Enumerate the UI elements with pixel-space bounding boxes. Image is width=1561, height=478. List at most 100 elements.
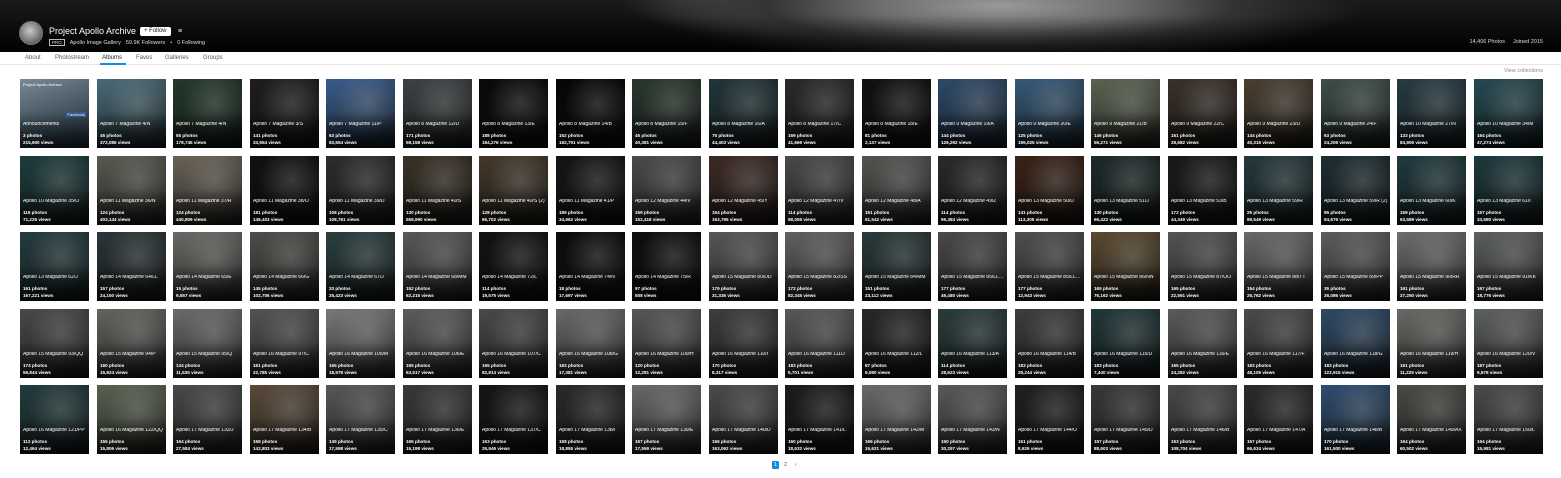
- album-tile[interactable]: Apollo 16 Magazine 120/V 187 photos 9,578 …: [1474, 309, 1543, 378]
- album-tile[interactable]: Apollo 9 Magazine 19/A 144 photos 126,292 …: [938, 79, 1007, 148]
- album-tile[interactable]: Apollo 17 Magazine 145/D 157 photos 88,603…: [1091, 385, 1160, 454]
- album-tile[interactable]: Apollo 15 Magazine 88/TT 154 photos 25,762…: [1244, 232, 1313, 301]
- album-tile[interactable]: Apollo 15 Magazine 82/SS 172 photos 82,345…: [785, 232, 854, 301]
- view-collections-link[interactable]: View collections: [1504, 68, 1543, 74]
- album-tile[interactable]: Apollo 7 Magazine 4/N 45 photos 372,086 vi…: [97, 79, 166, 148]
- album-tile[interactable]: Apollo 8 Magazine 17/C 169 photos 41,669 v…: [785, 79, 854, 148]
- album-tile[interactable]: Apollo 15 Magazine 90/RR 161 photos 27,250…: [1397, 232, 1466, 301]
- album-tile[interactable]: Apollo 11 Magazine 41/P 189 photos 34,962 …: [556, 156, 625, 225]
- album-tile[interactable]: Apollo 16 Magazine 118/G 183 photos 122,91…: [1321, 309, 1390, 378]
- album-tile[interactable]: Apollo 16 Magazine 121/PP 112 photos 12,46…: [20, 385, 89, 454]
- album-tile[interactable]: Apollo 11 Magazine 40/S 130 photos 558,990…: [403, 156, 472, 225]
- album-tile[interactable]: Apollo 9 Magazine 20/E 125 photos 195,025 …: [1015, 79, 1084, 148]
- album-tile[interactable]: Apollo 16 Magazine 112/L 87 photos 6,080 v…: [862, 309, 931, 378]
- album-tile[interactable]: Apollo 16 Magazine 106/E 165 photos 63,517…: [403, 309, 472, 378]
- album-tile[interactable]: Apollo 14 Magazine 74/N 18 photos 17,697 v…: [556, 232, 625, 301]
- album-tile[interactable]: Apollo 14 Magazine 68/MM 152 photos 62,215…: [403, 232, 472, 301]
- album-tile[interactable]: Apollo 17 Magazine 148/B 170 photos 161,50…: [1321, 385, 1390, 454]
- album-tile[interactable]: Apollo 17 Magazine 144/O 151 photos 8,626 …: [1015, 385, 1084, 454]
- album-tile[interactable]: Apollo 11 Magazine 37/R 124 photos 440,809…: [173, 156, 242, 225]
- album-tile[interactable]: Apollo 16 Magazine 113/A 114 photos 28,623…: [938, 309, 1007, 378]
- album-tile[interactable]: Apollo 13 Magazine 53/B 172 photos 44,349 …: [1168, 156, 1237, 225]
- following-count[interactable]: 0 Following: [177, 40, 205, 46]
- album-tile[interactable]: Apollo 12 Magazine 45/Y 154 photos 163,795…: [709, 156, 778, 225]
- album-tile[interactable]: Apollo 15 Magazine 85/LL (2) 177 photos 12…: [1015, 232, 1084, 301]
- tab-albums[interactable]: Albums: [102, 55, 122, 61]
- album-tile[interactable]: Apollo 9 Magazine 23/D 144 photos 40,315 v…: [1244, 79, 1313, 148]
- album-tile[interactable]: Apollo 11 Magazine 39/D 108 photos 108,761…: [326, 156, 395, 225]
- album-tile[interactable]: Apollo 13 Magazine 61/I 167 photos 33,580 …: [1474, 156, 1543, 225]
- album-tile[interactable]: Apollo 9 Magazine 24/F 63 photos 24,206 vi…: [1321, 79, 1390, 148]
- album-tile[interactable]: Apollo 17 Magazine 141/L 160 photos 18,632…: [785, 385, 854, 454]
- tab-about[interactable]: About: [25, 55, 41, 61]
- album-tile[interactable]: Apollo 12 Magazine 48/A 151 photos 61,542 …: [862, 156, 931, 225]
- follow-button[interactable]: + Follow: [140, 27, 171, 36]
- album-tile[interactable]: Apollo 10 Magazine 34/M 164 photos 47,274 …: [1474, 79, 1543, 148]
- album-tile[interactable]: Apollo 14 Magazine 64/LL 157 photos 24,150…: [97, 232, 166, 301]
- album-tile[interactable]: Apollo 16 Magazine 117/F 183 photos 48,105…: [1244, 309, 1313, 378]
- album-tile[interactable]: Apollo 15 Magazine 94/P 160 photos 15,824 …: [97, 309, 166, 378]
- album-tile[interactable]: Apollo 17 Magazine 134/B 158 photos 142,80…: [250, 385, 319, 454]
- tab-galleries[interactable]: Galleries: [165, 55, 189, 61]
- album-tile-announcements[interactable]: Project Apollo Archive Facebook Announce…: [20, 79, 89, 148]
- page-1-button[interactable]: 1: [772, 461, 779, 469]
- album-tile[interactable]: Apollo 7 Magazine 11/P 63 photos 83,654 vi…: [326, 79, 395, 148]
- album-tile[interactable]: Apollo 12 Magazine 49/Z 114 photos 99,384 …: [938, 156, 1007, 225]
- album-tile[interactable]: Apollo 15 Magazine 80/DD 179 photos 31,335…: [709, 232, 778, 301]
- album-tile[interactable]: Apollo 17 Magazine 147/A 157 photos 66,634…: [1244, 385, 1313, 454]
- album-tile[interactable]: Apollo 8 Magazine 15/F 45 photos 40,381 vi…: [632, 79, 701, 148]
- album-tile[interactable]: Apollo 13 Magazine 60/K 159 photos 63,589 …: [1397, 156, 1466, 225]
- album-tile[interactable]: Apollo 17 Magazine 139/E 167 photos 17,559…: [632, 385, 701, 454]
- album-tile[interactable]: Apollo 8 Magazine 14/B 152 photos 182,701 …: [556, 79, 625, 148]
- album-tile[interactable]: Apollo 16 Magazine 109/H 120 photos 12,281…: [632, 309, 701, 378]
- album-tile[interactable]: Apollo 16 Magazine 122/QQ 155 photos 15,80…: [97, 385, 166, 454]
- avatar[interactable]: [19, 21, 43, 45]
- album-tile[interactable]: Apollo 13 Magazine 50/D 141 photos 113,305…: [1015, 156, 1084, 225]
- album-tile[interactable]: Apollo 16 Magazine 107/C 165 photos 82,814…: [479, 309, 548, 378]
- album-tile[interactable]: Apollo 9 Magazine 22/C 151 photos 28,682 v…: [1168, 79, 1237, 148]
- album-tile[interactable]: Apollo 16 Magazine 111/J 183 photos 5,701 …: [785, 309, 854, 378]
- album-tile[interactable]: Apollo 15 Magazine 86/NN 165 photos 76,162…: [1091, 232, 1160, 301]
- next-page-icon[interactable]: ›: [792, 461, 799, 469]
- album-tile[interactable]: Apollo 11 Magazine 40/S (2) 128 photos 65,…: [479, 156, 548, 225]
- album-tile[interactable]: Apollo 17 Magazine 136/E 166 photos 15,198…: [403, 385, 472, 454]
- album-tile[interactable]: Apollo 12 Magazine 47/V 114 photos 98,055 …: [785, 156, 854, 225]
- album-tile[interactable]: Apollo 12 Magazine 44/V 159 photos 152,418…: [632, 156, 701, 225]
- album-tile[interactable]: Apollo 15 Magazine 84/MM 151 photos 23,112…: [862, 232, 931, 301]
- album-tile[interactable]: Apollo 10 Magazine 35/O 116 photos 71,225 …: [20, 156, 89, 225]
- album-tile[interactable]: Apollo 13 Magazine 59/R (2) 95 photos 94,6…: [1321, 156, 1390, 225]
- page-2-button[interactable]: 2: [782, 461, 789, 469]
- album-tile[interactable]: Apollo 17 Magazine 150/L 164 photos 15,981…: [1474, 385, 1543, 454]
- album-tile[interactable]: Apollo 11 Magazine 38/O 181 photos 148,403…: [250, 156, 319, 225]
- album-tile[interactable]: Apollo 14 Magazine 75/R 97 photos 508 view…: [632, 232, 701, 301]
- album-tile[interactable]: Apollo 16 Magazine 110/I 170 photos 8,317 …: [709, 309, 778, 378]
- album-tile[interactable]: Apollo 10 Magazine 27/N 133 photos 84,906 …: [1397, 79, 1466, 148]
- album-tile[interactable]: Apollo 13 Magazine 51/J 130 photos 66,422 …: [1091, 156, 1160, 225]
- tab-photostream[interactable]: Photostream: [55, 55, 89, 61]
- album-tile[interactable]: Apollo 15 Magazine 95/Q 134 photos 11,535 …: [173, 309, 242, 378]
- album-tile[interactable]: Apollo 7 Magazine 4/N 55 photos 178,745 vi…: [173, 79, 242, 148]
- album-tile[interactable]: Apollo 15 Magazine 89/PP 35 photos 26,086 …: [1321, 232, 1390, 301]
- album-tile[interactable]: Apollo 16 Magazine 105/M 165 photos 18,978…: [326, 309, 395, 378]
- profile-name[interactable]: Project Apollo Archive: [49, 26, 136, 36]
- album-tile[interactable]: Apollo 17 Magazine 133/J 164 photos 27,584…: [173, 385, 242, 454]
- followers-count[interactable]: 59.9K Followers: [126, 40, 165, 46]
- album-tile[interactable]: Apollo 8 Magazine 12/D 171 photos 58,158 v…: [403, 79, 472, 148]
- more-options-icon[interactable]: ≡: [176, 27, 184, 36]
- album-tile[interactable]: Apollo 17 Magazine 137/C 163 photos 25,946…: [479, 385, 548, 454]
- album-tile[interactable]: Apollo 17 Magazine 146/B 163 photos 108,70…: [1168, 385, 1237, 454]
- album-tile[interactable]: Apollo 7 Magazine 3/S 141 photos 33,654 vi…: [250, 79, 319, 148]
- album-tile[interactable]: Apollo 14 Magazine 67/J 33 photos 25,423 v…: [326, 232, 395, 301]
- album-tile[interactable]: Apollo 17 Magazine 142/M 166 photos 15,621…: [862, 385, 931, 454]
- album-tile[interactable]: Apollo 17 Magazine 135/C 149 photos 17,598…: [326, 385, 395, 454]
- album-tile[interactable]: Apollo 15 Magazine 91/KK 167 photos 18,776…: [1474, 232, 1543, 301]
- album-tile[interactable]: Apollo 15 Magazine 87/OO 165 photos 22,591…: [1168, 232, 1237, 301]
- tab-faves[interactable]: Faves: [136, 55, 152, 61]
- album-tile[interactable]: Apollo 16 Magazine 115/D 183 photos 7,440 …: [1091, 309, 1160, 378]
- album-tile[interactable]: Apollo 8 Magazine 13/E 188 photos 184,276 …: [479, 79, 548, 148]
- album-tile[interactable]: Apollo 16 Magazine 119/H 161 photos 11,225…: [1397, 309, 1466, 378]
- album-tile[interactable]: Apollo 17 Magazine 140/D 156 photos 163,06…: [709, 385, 778, 454]
- album-tile[interactable]: Apollo 16 Magazine 114/B 183 photos 29,244…: [1015, 309, 1084, 378]
- tab-groups[interactable]: Groups: [203, 55, 223, 61]
- album-tile[interactable]: Apollo 8 Magazine 16/A 75 photos 44,403 vi…: [709, 79, 778, 148]
